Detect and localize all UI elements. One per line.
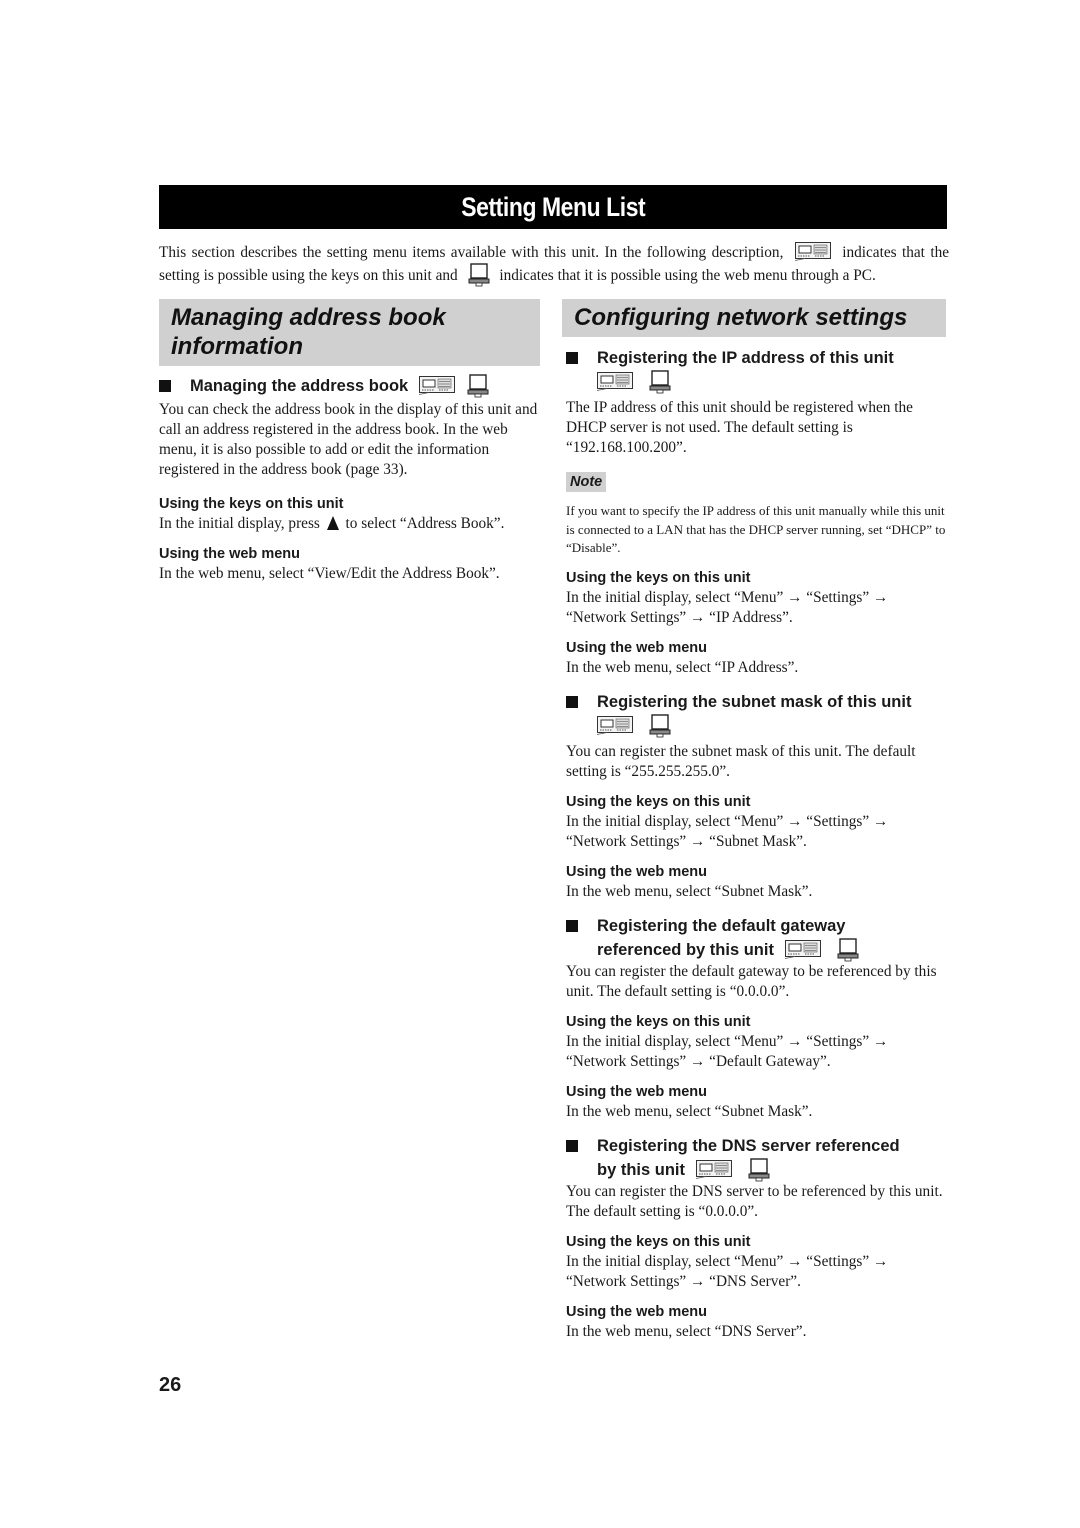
availability-icons [566, 370, 946, 398]
web-instructions: In the web menu, select “Subnet Mask”. [566, 1102, 813, 1120]
bullet-square-icon [159, 380, 171, 392]
section-heading-address-book: Managing address book information [159, 299, 540, 366]
web-heading: Using the web menu [566, 1303, 707, 1320]
subsection-heading-ip-address: Registering the IP address of this unit [566, 346, 946, 370]
unit-keys-icon [597, 716, 633, 735]
unit-keys-icon [597, 372, 633, 391]
web-heading: Using the web menu [566, 863, 707, 880]
web-heading: Using the web menu [566, 1083, 707, 1100]
web-instructions: In the web menu, select “Subnet Mask”. [566, 882, 813, 900]
web-heading: Using the web menu [159, 546, 300, 562]
intro-text-3: indicates that it is possible using the … [499, 267, 876, 284]
keys-heading: Using the keys on this unit [566, 1013, 751, 1030]
page-title: Setting Menu List [460, 192, 646, 222]
keys-heading: Using the keys on this unit [159, 496, 344, 512]
intro-paragraph: This section describes the setting menu … [159, 242, 949, 287]
left-column: Managing address book information Managi… [159, 299, 540, 584]
laptop-pc-icon [649, 714, 671, 738]
up-arrow-key-icon [326, 516, 339, 530]
section-heading-network-settings: Configuring network settings [562, 299, 946, 337]
body-text: You can check the address book in the di… [159, 401, 538, 478]
body-text: The IP address of this unit should be re… [566, 399, 913, 456]
keys-heading: Using the keys on this unit [566, 1233, 751, 1250]
body-text: You can register the default gateway to … [566, 962, 937, 1000]
bullet-square-icon [566, 1139, 578, 1152]
bullet-square-icon [566, 695, 578, 708]
web-instructions: In the web menu, select “IP Address”. [566, 658, 799, 676]
body-text: You can register the DNS server to be re… [566, 1182, 943, 1220]
keys-instructions: In the initial display, select “Menu” → … [566, 1032, 889, 1070]
subsection-heading-dns-server: Registering the DNS server referenced by… [566, 1134, 946, 1182]
bullet-square-icon [566, 919, 578, 932]
unit-keys-icon [795, 242, 831, 261]
note-label: Note [566, 472, 607, 492]
web-instructions: In the web menu, select “View/Edit the A… [159, 565, 500, 582]
keys-instructions: In the initial display, press to select … [159, 515, 505, 532]
web-instructions: In the web menu, select “DNS Server”. [566, 1322, 807, 1340]
page-title-bar: Setting Menu List [159, 185, 947, 229]
keys-instructions: In the initial display, select “Menu” → … [566, 588, 889, 626]
bullet-square-icon [566, 352, 578, 364]
laptop-pc-icon [467, 374, 489, 398]
availability-icons [566, 714, 946, 742]
unit-keys-icon [696, 1160, 732, 1179]
unit-keys-icon [419, 376, 455, 395]
laptop-pc-icon [837, 938, 859, 962]
subsection-heading-managing-address-book: Managing the address book [159, 374, 540, 398]
keys-instructions: In the initial display, select “Menu” → … [566, 1252, 889, 1290]
right-column: Configuring network settings Registering… [562, 299, 946, 1342]
web-heading: Using the web menu [566, 639, 707, 656]
keys-instructions: In the initial display, select “Menu” → … [566, 812, 889, 850]
laptop-pc-icon [468, 263, 490, 287]
note-text: If you want to specify the IP address of… [566, 503, 946, 555]
laptop-pc-icon [748, 1158, 770, 1182]
unit-keys-icon [785, 940, 821, 959]
body-text: You can register the subnet mask of this… [566, 742, 916, 780]
subsection-heading-subnet-mask: Registering the subnet mask of this unit [566, 690, 946, 714]
laptop-pc-icon [649, 370, 671, 394]
page-number: 26 [159, 1374, 182, 1396]
keys-heading: Using the keys on this unit [566, 793, 751, 810]
intro-text-1: This section describes the setting menu … [159, 244, 784, 261]
subsection-heading-default-gateway: Registering the default gateway referenc… [566, 914, 946, 962]
keys-heading: Using the keys on this unit [566, 569, 751, 586]
